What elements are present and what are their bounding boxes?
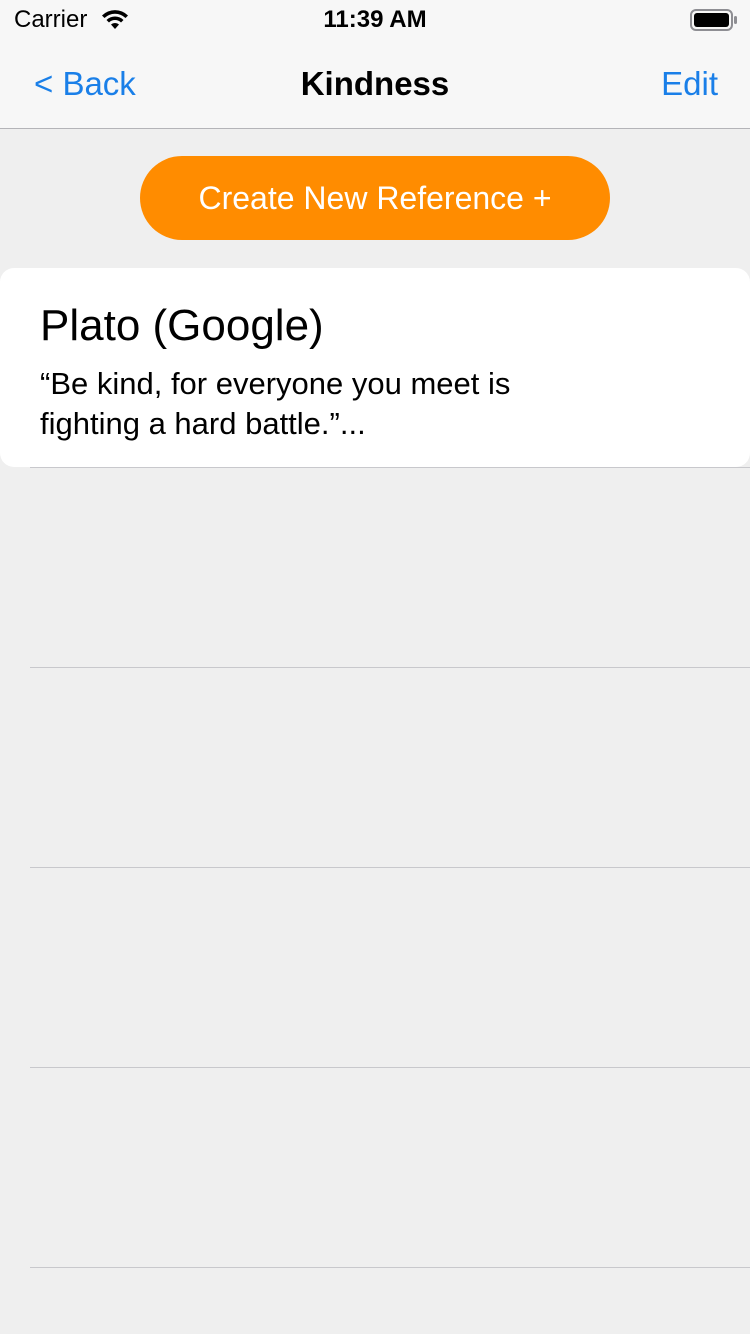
page-title: Kindness <box>300 65 450 102</box>
list-separator <box>30 667 750 668</box>
list-separator <box>30 1067 750 1068</box>
battery-icon <box>690 9 737 31</box>
create-new-reference-button[interactable]: Create New Reference + <box>140 156 610 240</box>
status-time: 11:39 AM <box>323 6 427 33</box>
edit-button[interactable]: Edit <box>661 64 718 104</box>
list-separator <box>30 467 750 468</box>
reference-title: Plato (Google) <box>40 301 324 350</box>
status-bar: Carrier 11:39 AM <box>0 0 750 40</box>
list-separator <box>30 867 750 868</box>
reference-quote: “Be kind, for everyone you meet is fight… <box>40 366 511 441</box>
navigation-bar: < Back Kindness Edit <box>0 40 750 129</box>
reference-list-item[interactable]: Plato (Google) “Be kind, for everyone yo… <box>0 268 750 467</box>
list-separator <box>30 1267 750 1268</box>
